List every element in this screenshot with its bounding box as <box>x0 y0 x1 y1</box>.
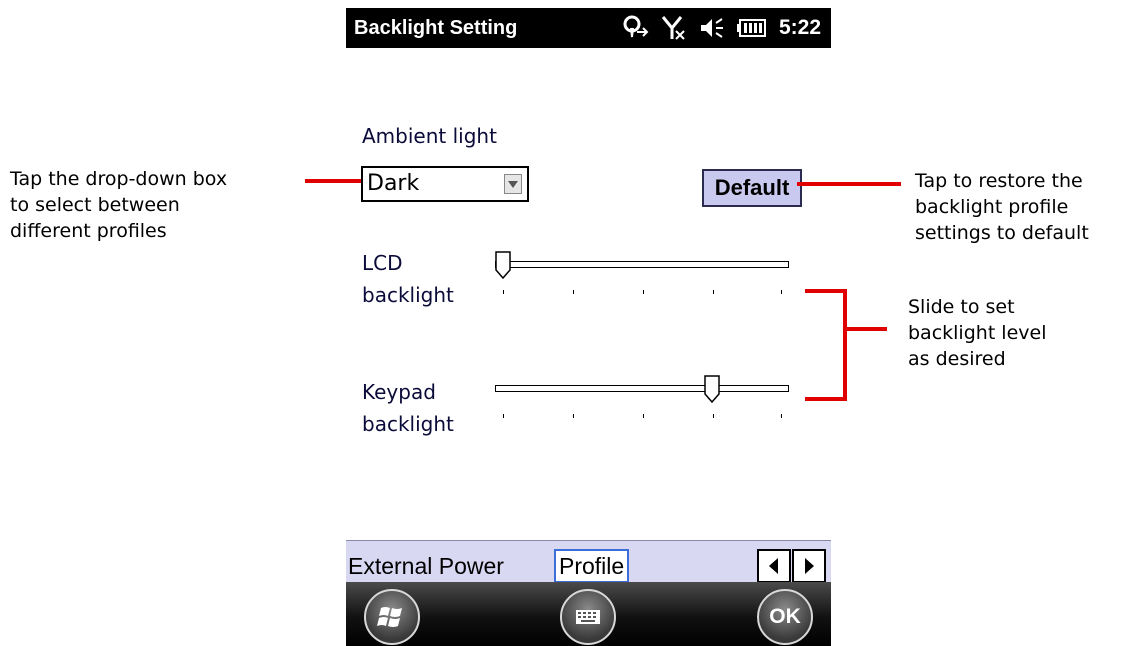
ambient-light-dropdown[interactable]: Dark <box>361 166 529 202</box>
slider-tick <box>573 290 574 294</box>
slider-tick <box>781 414 782 418</box>
callout-bracket <box>805 289 847 293</box>
keypad-backlight-label-line2: backlight <box>362 412 454 436</box>
callout-text: backlight profile <box>915 196 1069 218</box>
default-button[interactable]: Default <box>702 169 802 207</box>
slider-tick <box>713 414 714 418</box>
chevron-right-icon <box>805 558 814 574</box>
tab-bar: External Power Profile <box>346 540 831 583</box>
connectivity-icon[interactable] <box>621 15 649 41</box>
keypad-slider-thumb[interactable] <box>703 375 720 404</box>
callout-bracket <box>805 397 847 401</box>
ambient-light-label: Ambient light <box>362 124 497 148</box>
lcd-backlight-label-line1: LCD <box>362 251 403 275</box>
dropdown-callout: Tap the drop-down box to select between … <box>10 166 227 244</box>
callout-text: backlight level <box>908 322 1047 344</box>
tab-scroll-left-button[interactable] <box>757 549 791 583</box>
callout-text: different profiles <box>10 220 167 242</box>
slider-tick <box>713 290 714 294</box>
lcd-backlight-label-line2: backlight <box>362 283 454 307</box>
callout-text: to select between <box>10 194 180 216</box>
slider-tick <box>781 290 782 294</box>
no-signal-icon[interactable] <box>661 15 687 41</box>
default-callout: Tap to restore the backlight profile set… <box>915 168 1089 246</box>
dropdown-value: Dark <box>367 171 420 196</box>
status-bar: Backlight Setting 5:22 <box>346 8 831 48</box>
device-screen: Backlight Setting 5:22 Ambient light Dar… <box>346 8 831 646</box>
keypad-backlight-label-line1: Keypad <box>362 380 436 404</box>
callout-text: Slide to set <box>908 296 1015 318</box>
start-button[interactable] <box>364 589 420 645</box>
battery-icon[interactable] <box>736 18 767 38</box>
ok-label: OK <box>769 605 801 628</box>
callout-bracket <box>843 289 847 401</box>
callout-pointer-line <box>797 182 901 186</box>
keypad-slider-track[interactable] <box>495 385 789 392</box>
tab-profile[interactable]: Profile <box>554 549 630 583</box>
slider-tick <box>643 414 644 418</box>
callout-pointer-line <box>845 327 887 331</box>
soft-key-bar: OK <box>346 582 831 646</box>
clock[interactable]: 5:22 <box>779 16 821 40</box>
lcd-slider-track[interactable] <box>495 261 789 268</box>
chevron-left-icon <box>769 558 778 574</box>
callout-text: settings to default <box>915 222 1089 244</box>
callout-text: Tap the drop-down box <box>10 168 228 190</box>
chevron-down-icon[interactable] <box>504 174 522 194</box>
callout-pointer-line <box>305 179 361 183</box>
tab-scroll-right-button[interactable] <box>792 549 826 583</box>
lcd-slider-thumb[interactable] <box>495 251 511 280</box>
ok-button[interactable]: OK <box>757 589 813 645</box>
window-title: Backlight Setting <box>354 17 518 39</box>
windows-logo-icon <box>377 607 402 627</box>
status-icons: 5:22 <box>621 14 821 42</box>
slider-tick <box>503 290 504 294</box>
volume-icon[interactable] <box>699 16 725 40</box>
callout-text: Tap to restore the <box>915 170 1083 192</box>
slider-tick <box>503 414 504 418</box>
slider-callout: Slide to set backlight level as desired <box>908 294 1046 372</box>
slider-tick <box>573 414 574 418</box>
keyboard-icon <box>576 610 600 624</box>
callout-text: as desired <box>908 348 1006 370</box>
keyboard-button[interactable] <box>560 589 616 645</box>
tab-external-power[interactable]: External Power <box>348 549 504 583</box>
slider-tick <box>643 290 644 294</box>
